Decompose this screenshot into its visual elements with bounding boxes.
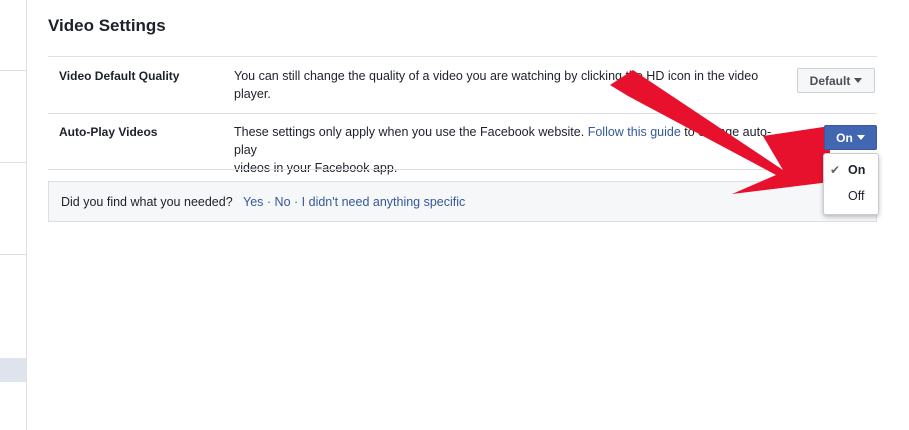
dropdown-value: Default [809,73,851,88]
feedback-links: Yes · No · I didn't need anything specif… [243,195,465,209]
divider [48,56,877,57]
feedback-no-link[interactable]: No [275,195,291,209]
rail-item-selected[interactable] [0,358,26,382]
feedback-not-needed-link[interactable]: I didn't need anything specific [302,195,466,209]
description-text: player. [234,87,271,101]
rail-divider [0,254,26,255]
menu-option-off[interactable]: Off [824,186,878,208]
description-text: You can still change the quality of a vi… [234,69,759,83]
setting-description-video-quality: You can still change the quality of a vi… [234,67,794,103]
caret-down-icon [854,78,863,83]
rail-divider [0,70,26,71]
menu-option-label: On [848,163,866,177]
menu-option-on[interactable]: ✔ On [824,160,878,182]
left-navigation-rail [0,0,27,430]
feedback-bar: Did you find what you needed? Yes · No ·… [48,181,877,222]
checkmark-icon: ✔ [830,163,841,177]
rail-divider [0,162,26,163]
setting-label-autoplay: Auto-Play Videos [59,125,158,139]
feedback-question: Did you find what you needed? [61,195,233,209]
description-text: videos in your Facebook app. [234,161,398,175]
feedback-yes-link[interactable]: Yes [243,195,263,209]
divider [48,169,877,170]
follow-guide-link[interactable]: Follow this guide [588,125,681,139]
divider [48,113,877,114]
video-quality-dropdown-button[interactable]: Default [797,68,875,93]
separator: · [266,195,272,209]
setting-label-video-quality: Video Default Quality [59,69,180,83]
dropdown-value: On [836,130,853,145]
autoplay-dropdown-menu: ✔ On Off [823,153,879,215]
description-text: These settings only apply when you use t… [234,125,585,139]
separator: · [294,195,299,209]
page-title: Video Settings [48,16,166,35]
autoplay-dropdown-button[interactable]: On [824,125,877,150]
caret-down-icon [856,135,865,140]
menu-option-label: Off [848,189,865,203]
